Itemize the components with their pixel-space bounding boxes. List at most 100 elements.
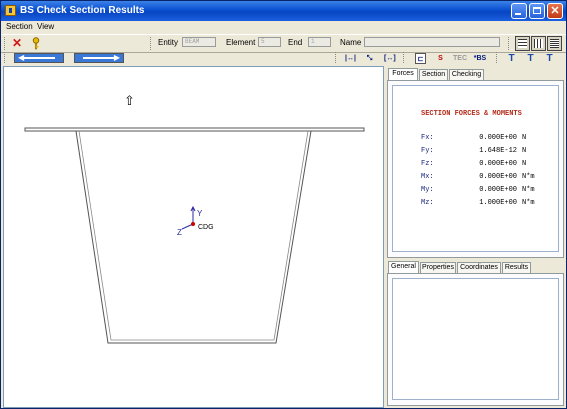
bs-check-button[interactable]: *BS	[473, 53, 487, 64]
tab-general[interactable]: General	[388, 261, 419, 273]
window-layout-button-2[interactable]	[531, 36, 546, 51]
window-layout-button-1[interactable]	[515, 36, 530, 51]
section-type-button-3[interactable]: T	[544, 53, 555, 64]
force-label: Mx:	[421, 173, 434, 181]
fit-window-icon: [↔]	[384, 55, 396, 62]
axis-z-label: Z	[177, 228, 182, 237]
t-section-icon: T	[546, 53, 553, 64]
element-label: Element	[226, 38, 256, 47]
force-label: Fx:	[421, 134, 434, 142]
menu-bar: Section View	[1, 21, 566, 33]
entity-field[interactable]: BEAM	[182, 37, 216, 47]
menu-section[interactable]: Section	[6, 21, 33, 33]
section-calc-icon: S	[438, 55, 443, 62]
layout-icon	[534, 39, 543, 48]
force-value: 1.648E-12	[479, 147, 517, 155]
minimize-button[interactable]	[511, 3, 527, 19]
general-tab-page	[387, 273, 564, 406]
red-x-icon: ✕	[12, 36, 23, 50]
fit-window-button[interactable]: [↔]	[384, 53, 396, 64]
maximize-button[interactable]	[529, 3, 545, 19]
cog-label: CDG	[198, 224, 214, 231]
force-value: 0.000E+00	[479, 186, 517, 194]
force-unit: N	[522, 160, 527, 168]
zoom-corner-icon: ⤡	[366, 55, 373, 62]
bottom-tab-strip: General Properties Coordinates Results	[388, 261, 563, 273]
toolbar-grip-2[interactable]	[150, 37, 153, 50]
force-label: Mz:	[421, 199, 434, 207]
minimize-icon	[515, 13, 521, 15]
force-value: 0.000E+00	[479, 173, 517, 181]
window-title: BS Check Section Results	[20, 5, 145, 16]
menu-view[interactable]: View	[37, 21, 54, 33]
force-value: 0.000E+00	[479, 134, 517, 142]
name-label: Name	[340, 38, 362, 47]
toolbar-grip-3[interactable]	[508, 37, 511, 50]
next-button[interactable]: ▶	[74, 53, 124, 63]
tec-button[interactable]: TEC	[453, 53, 467, 64]
delete-button[interactable]: ✕	[10, 36, 25, 51]
force-unit: N	[522, 147, 527, 155]
forces-title: SECTION FORCES & MOMENTS	[421, 110, 522, 118]
entity-label: Entity	[158, 38, 179, 47]
tec-label: TEC	[453, 55, 467, 62]
tab-coordinates[interactable]: Coordinates	[457, 262, 501, 273]
axis-y-label: Y	[197, 209, 203, 218]
section-shape	[24, 127, 365, 344]
element-field[interactable]: 5	[258, 37, 281, 47]
toolbar-secondary: ◀ ▶ |↔| ⤡ [↔] ⊏ S TEC *BS T T T	[1, 52, 566, 65]
section-drawing-canvas[interactable]: ⇧ Y Z CDG	[3, 66, 384, 408]
force-value: 0.000E+00	[479, 160, 517, 168]
t-section-icon: T	[508, 53, 515, 64]
right-panel: Forces Section Checking SECTION FORCES &…	[385, 66, 566, 408]
bs-check-label: *BS	[473, 55, 487, 62]
section-type-button-1[interactable]: T	[506, 53, 517, 64]
layout-icon	[518, 39, 527, 48]
end-label: End	[288, 38, 303, 47]
tab-checking[interactable]: Checking	[449, 69, 484, 80]
window-layout-button-3[interactable]	[547, 36, 562, 51]
key-button[interactable]	[29, 36, 44, 51]
section-view-button[interactable]: ⊏	[415, 53, 426, 64]
app-window: BS Check Section Results ✕ Section View …	[0, 0, 567, 409]
top-tab-strip: Forces Section Checking	[388, 68, 563, 80]
end-field[interactable]: 1	[308, 37, 331, 47]
force-label: My:	[421, 186, 434, 194]
forces-output: SECTION FORCES & MOMENTS Fx: 0.000E+00 N F…	[392, 85, 559, 252]
close-button[interactable]: ✕	[547, 3, 563, 19]
force-unit: N*m	[522, 186, 535, 194]
title-bar[interactable]: BS Check Section Results ✕	[1, 1, 566, 21]
toolbar-grip-6[interactable]	[403, 52, 406, 63]
tab-forces[interactable]: Forces	[388, 68, 418, 80]
toolbar-grip-7[interactable]	[496, 52, 499, 63]
toolbar-grip[interactable]	[4, 37, 7, 50]
layout-icon	[550, 39, 559, 48]
t-section-icon: T	[527, 53, 534, 64]
section-type-button-2[interactable]: T	[525, 53, 536, 64]
previous-button[interactable]: ◀	[14, 53, 64, 63]
force-unit: N*m	[522, 173, 535, 181]
toolbar-grip-5[interactable]	[335, 52, 338, 63]
tab-results[interactable]: Results	[502, 262, 531, 273]
force-label: Fy:	[421, 147, 434, 155]
tab-properties[interactable]: Properties	[420, 262, 456, 273]
forces-tab-page: SECTION FORCES & MOMENTS Fx: 0.000E+00 N F…	[387, 80, 564, 258]
force-unit: N*m	[522, 199, 535, 207]
arrow-right-icon: ▶	[113, 53, 120, 62]
force-label: Fz:	[421, 160, 434, 168]
force-value: 1.000E+00	[479, 199, 517, 207]
arrow-left-icon: ◀	[18, 53, 25, 62]
toolbar-grip-4[interactable]	[4, 52, 7, 63]
key-icon	[32, 37, 40, 50]
fit-horizontal-button[interactable]: |↔|	[345, 53, 356, 64]
zoom-corner-button[interactable]: ⤡	[364, 53, 375, 64]
force-unit: N	[522, 134, 527, 142]
close-icon: ✕	[550, 5, 560, 17]
name-field[interactable]	[364, 37, 500, 47]
tab-section[interactable]: Section	[419, 69, 448, 80]
fit-horizontal-icon: |↔|	[345, 55, 356, 62]
toolbar-main: ✕ Entity BEAM Element 5 End 1 Name	[1, 34, 566, 53]
maximize-icon	[533, 7, 541, 14]
general-output	[392, 278, 559, 400]
section-calc-button[interactable]: S	[435, 53, 446, 64]
